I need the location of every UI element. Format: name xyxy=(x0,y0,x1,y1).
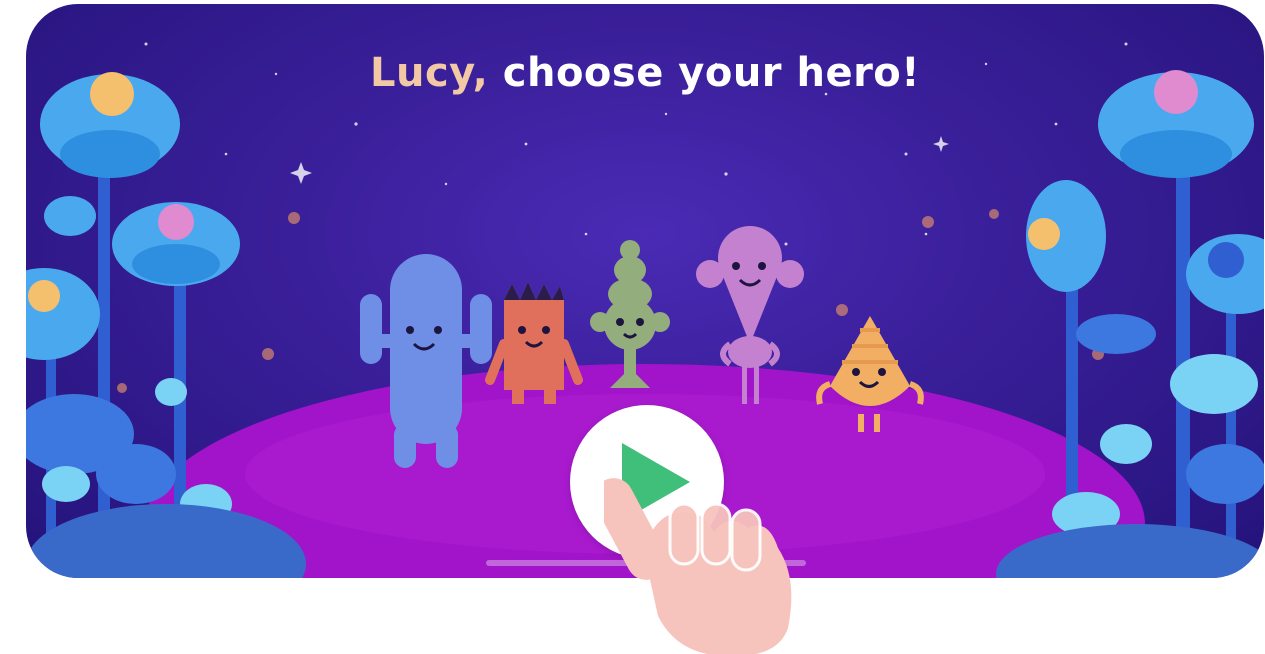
sparkle-icon xyxy=(933,136,949,152)
sparkle-icon xyxy=(290,162,312,184)
user-name: Lucy, xyxy=(369,50,489,96)
tap-hand-icon xyxy=(604,478,792,654)
page-title: Lucy, choose your hero! xyxy=(26,50,1264,96)
title-text: choose your hero! xyxy=(502,50,921,96)
